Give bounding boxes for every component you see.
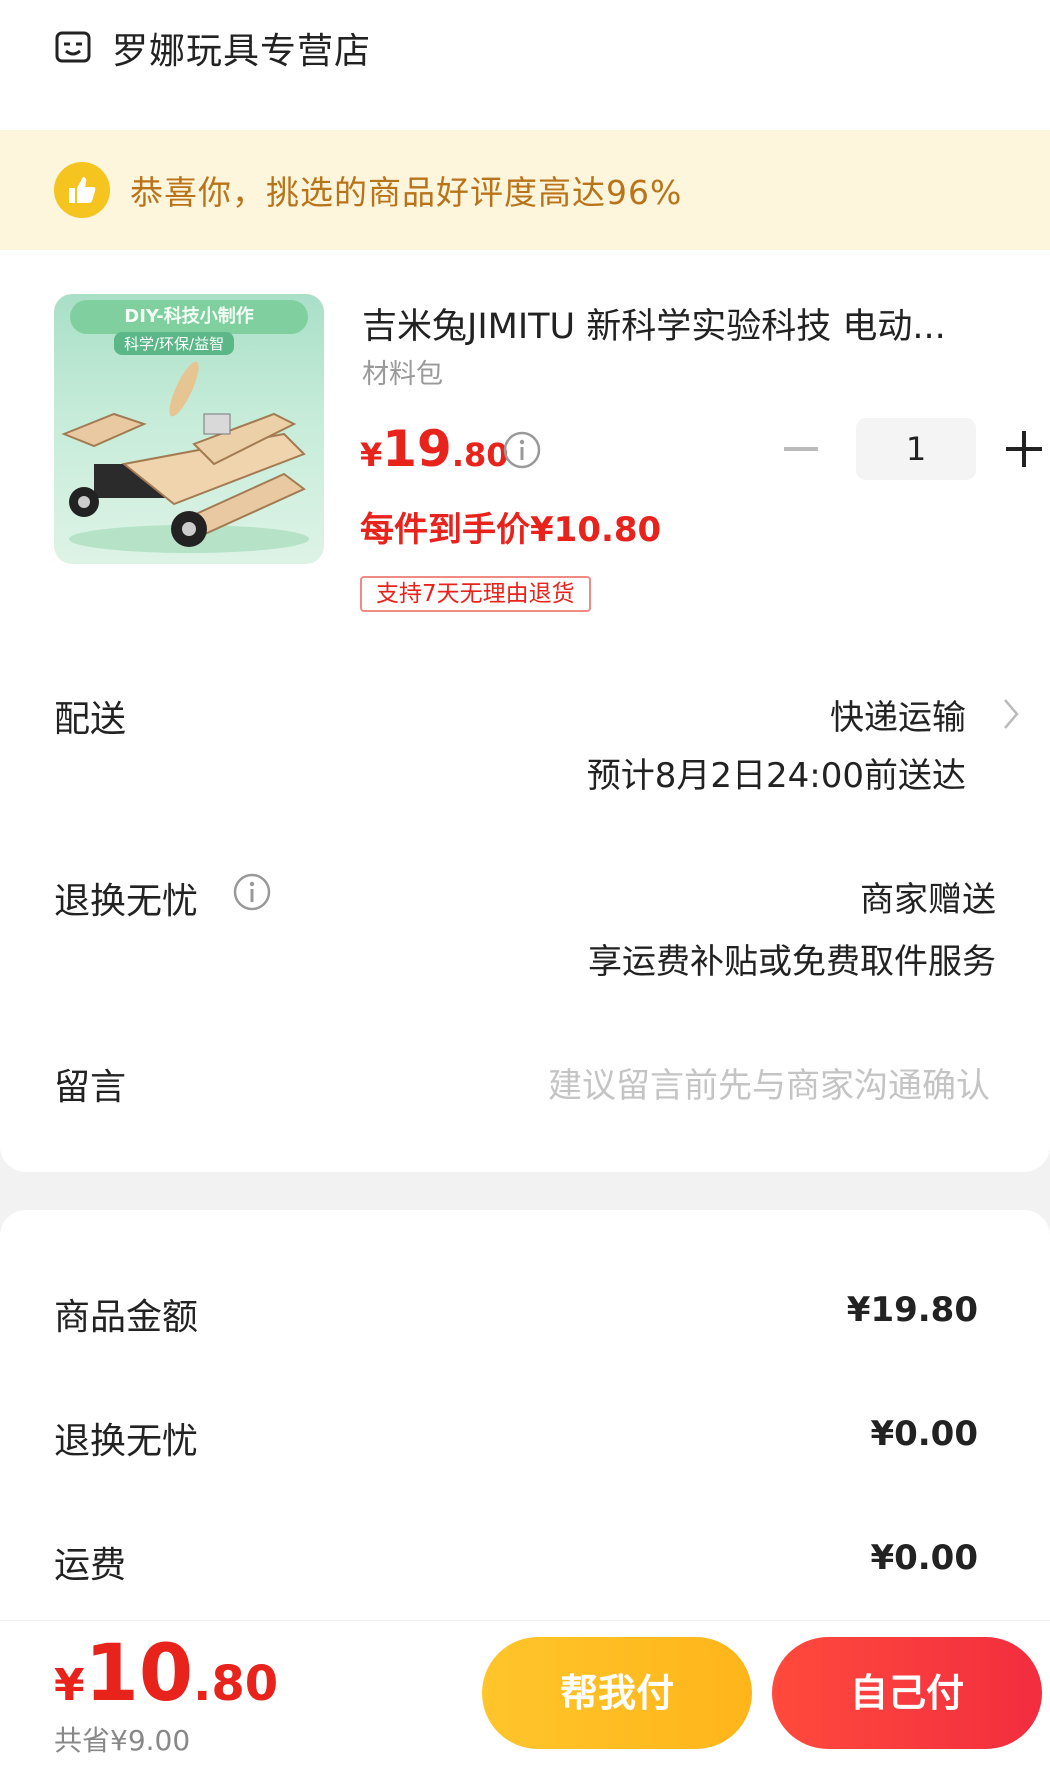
product-variant: 材料包 bbox=[362, 359, 443, 390]
total-integer: 10 bbox=[84, 1629, 194, 1719]
return-worry-free-value: 商家赠送 bbox=[860, 880, 996, 920]
increase-quantity-button[interactable] bbox=[1006, 431, 1042, 467]
summary-label: 运费 bbox=[54, 1545, 127, 1586]
checkout-bar: ¥ 10 .80 共省¥9.00 帮我付 自己付 bbox=[0, 1620, 1050, 1767]
delivery-label: 配送 bbox=[54, 699, 127, 740]
return-info-icon[interactable] bbox=[232, 872, 272, 912]
product-image[interactable]: DIY-科技小制作 科学/环保/益智 bbox=[54, 294, 324, 564]
help-me-pay-button[interactable]: 帮我付 bbox=[482, 1637, 752, 1749]
price-decimal: .80 bbox=[451, 436, 509, 474]
return-policy-tag: 支持7天无理由退货 bbox=[360, 576, 591, 612]
product-title[interactable]: 吉米兔JIMITU 新科学实验科技 电动... bbox=[362, 298, 1012, 349]
return-worry-free-desc: 享运费补贴或免费取件服务 bbox=[588, 942, 996, 982]
quantity-stepper: 1 bbox=[784, 418, 1042, 480]
pay-myself-button[interactable]: 自己付 bbox=[772, 1637, 1042, 1749]
per-item-price: 每件到手价¥10.80 bbox=[360, 510, 662, 550]
total-currency: ¥ bbox=[54, 1660, 85, 1711]
summary-label: 商品金额 bbox=[54, 1297, 199, 1338]
image-banner-text: DIY-科技小制作 bbox=[70, 300, 308, 334]
delivery-estimate: 预计8月2日24:00前送达 bbox=[586, 756, 966, 796]
rating-banner: 恭喜你，挑选的商品好评度高达96% bbox=[0, 130, 1050, 250]
product-price: ¥ 19 .80 bbox=[360, 420, 509, 478]
order-card: 罗娜玩具专营店 恭喜你，挑选的商品好评度高达96% DIY-科技小制作 科学/环… bbox=[0, 0, 1050, 1172]
price-currency: ¥ bbox=[360, 436, 383, 474]
return-worry-free-label: 退换无忧 bbox=[54, 881, 199, 922]
shop-header[interactable]: 罗娜玩具专营店 bbox=[54, 22, 371, 74]
total-decimal: .80 bbox=[193, 1656, 279, 1712]
message-input[interactable]: 建议留言前先与商家沟通确认 bbox=[548, 1058, 990, 1107]
chevron-right-icon[interactable] bbox=[1000, 694, 1022, 734]
message-label: 留言 bbox=[54, 1067, 127, 1108]
quantity-value[interactable]: 1 bbox=[856, 418, 976, 480]
thumbs-up-icon bbox=[54, 162, 110, 218]
summary-value: ¥19.80 bbox=[846, 1290, 978, 1330]
shop-name: 罗娜玩具专营店 bbox=[112, 31, 372, 72]
delivery-method[interactable]: 快递运输 bbox=[830, 690, 966, 739]
banner-text: 恭喜你，挑选的商品好评度高达96% bbox=[130, 173, 683, 212]
total-price: ¥ 10 .80 bbox=[54, 1629, 278, 1719]
saved-amount: 共省¥9.00 bbox=[54, 1724, 191, 1757]
decrease-quantity-button[interactable] bbox=[784, 447, 818, 451]
price-integer: 19 bbox=[382, 420, 452, 478]
summary-label: 退换无忧 bbox=[54, 1421, 199, 1462]
price-info-icon[interactable] bbox=[502, 430, 542, 470]
airplane-illustration bbox=[61, 361, 309, 553]
summary-value: ¥0.00 bbox=[870, 1414, 978, 1454]
summary-value: ¥0.00 bbox=[870, 1538, 978, 1578]
image-sub-text: 科学/环保/益智 bbox=[114, 332, 235, 355]
store-icon bbox=[55, 31, 91, 63]
